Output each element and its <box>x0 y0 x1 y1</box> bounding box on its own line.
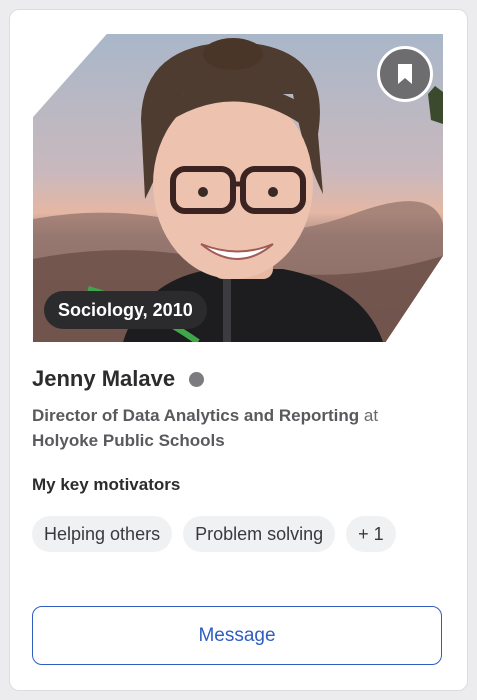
profile-name[interactable]: Jenny Malave <box>32 366 175 392</box>
role-organization: Holyoke Public Schools <box>32 431 225 450</box>
role-at: at <box>359 406 379 425</box>
motivator-chip: Problem solving <box>183 516 336 552</box>
status-dot-icon <box>189 371 205 387</box>
profile-role: Director of Data Analytics and Reporting… <box>32 403 442 453</box>
more-motivators-chip[interactable]: + 1 <box>346 516 396 552</box>
name-row: Jenny Malave <box>32 366 205 392</box>
motivators-title: My key motivators <box>32 475 181 494</box>
bookmark-button[interactable] <box>377 46 433 102</box>
motivators-chips: Helping others Problem solving + 1 <box>32 516 396 552</box>
bookmark-icon <box>398 64 412 84</box>
profile-card: Sociology, 2010 Jenny Malave Director of… <box>9 9 468 691</box>
message-button[interactable]: Message <box>32 606 442 665</box>
class-year-tag: Sociology, 2010 <box>44 291 207 329</box>
motivator-chip: Helping others <box>32 516 173 552</box>
role-title: Director of Data Analytics and Reporting <box>32 406 360 425</box>
